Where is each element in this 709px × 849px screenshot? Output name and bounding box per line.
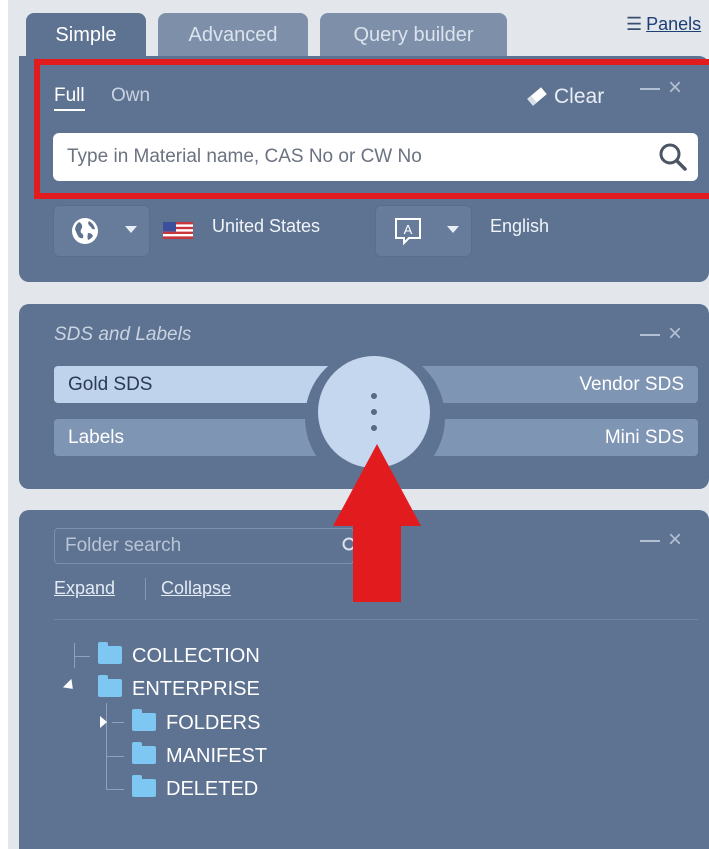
red-arrow-annotation (333, 444, 421, 602)
language-label[interactable]: English (490, 216, 549, 237)
minimize-icon[interactable] (640, 324, 660, 336)
panels-link[interactable]: ☰ Panels (626, 14, 701, 35)
folder-icon (132, 709, 156, 731)
app-window: Simple Advanced Query builder ☰ Panels Fu… (8, 0, 709, 849)
tree-item-label: FOLDERS (166, 712, 261, 734)
chevron-down-icon (125, 226, 137, 233)
tab-query-builder[interactable]: Query builder (320, 13, 507, 58)
minimize-icon[interactable] (640, 530, 660, 542)
tree-line (112, 722, 124, 723)
folder-divider (54, 619, 698, 620)
tree-item-collection[interactable]: COLLECTION (98, 642, 260, 671)
sds-panel-title: SDS and Labels (54, 324, 192, 345)
panels-label: Panels (646, 14, 702, 34)
tab-simple[interactable]: Simple (26, 13, 146, 58)
tree-item-deleted[interactable]: DELETED (132, 775, 259, 804)
svg-text:A: A (404, 222, 413, 237)
tree-line (106, 789, 124, 790)
us-flag-icon (163, 222, 193, 239)
tab-advanced[interactable]: Advanced (158, 13, 308, 58)
language-selector[interactable]: A (375, 205, 472, 257)
folder-icon (132, 775, 156, 797)
tree-item-label: ENTERPRISE (132, 678, 260, 700)
globe-icon (72, 218, 98, 244)
language-icon: A (395, 218, 421, 246)
tree-item-enterprise[interactable]: ENTERPRISE (98, 675, 260, 704)
folder-panel-controls: × (640, 528, 682, 552)
tree-item-label: COLLECTION (132, 645, 260, 667)
highlight-box (34, 59, 709, 199)
sds-panel-controls: × (640, 322, 682, 346)
tree-line (106, 756, 124, 757)
close-icon[interactable]: × (668, 320, 682, 347)
tree-item-label: MANIFEST (166, 745, 268, 767)
expand-link[interactable]: Expand (54, 578, 115, 599)
region-selector[interactable] (53, 205, 150, 257)
tree-item-manifest[interactable]: MANIFEST (132, 742, 268, 771)
tree-line (74, 656, 90, 657)
collapse-link[interactable]: Collapse (161, 578, 231, 599)
tree-item-label: DELETED (166, 778, 259, 800)
link-separator (145, 578, 146, 600)
folder-icon (98, 675, 122, 697)
folder-search-input[interactable] (54, 528, 354, 564)
expand-arrow-icon[interactable] (100, 716, 107, 728)
folder-icon (98, 642, 122, 664)
folder-icon (132, 742, 156, 764)
close-icon[interactable]: × (668, 526, 682, 553)
chevron-down-icon (447, 226, 459, 233)
tree-item-folders[interactable]: FOLDERS (132, 709, 261, 738)
mini-sds-button[interactable]: Mini SDS (408, 419, 698, 456)
country-label[interactable]: United States (212, 216, 320, 237)
vendor-sds-button[interactable]: Vendor SDS (408, 366, 698, 403)
menu-icon: ☰ (626, 14, 643, 34)
